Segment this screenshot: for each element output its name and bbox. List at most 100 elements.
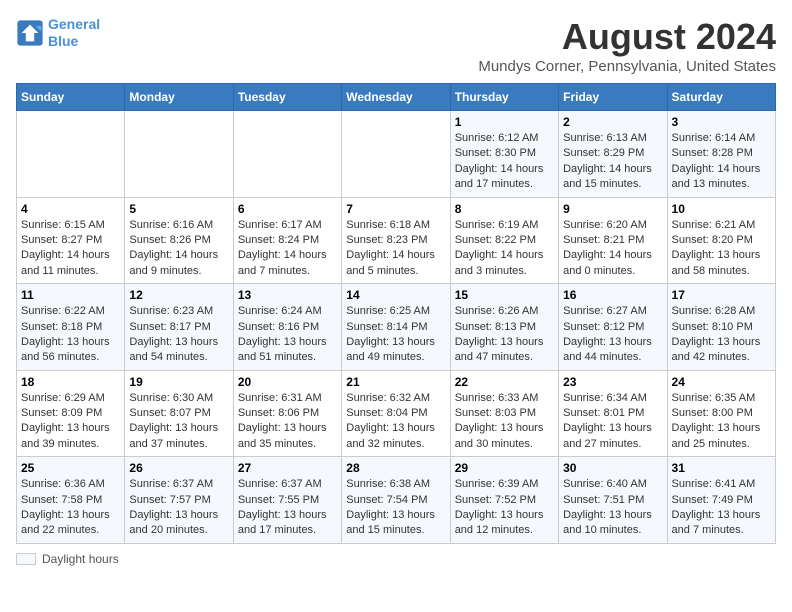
day-number: 19: [129, 375, 228, 389]
day-number: 22: [455, 375, 554, 389]
day-info: Sunrise: 6:26 AM Sunset: 8:13 PM Dayligh…: [455, 304, 554, 366]
day-info: Sunrise: 6:24 AM Sunset: 8:16 PM Dayligh…: [238, 304, 337, 366]
calendar-cell: 5 Sunrise: 6:16 AM Sunset: 8:26 PM Daylig…: [125, 197, 233, 284]
logo: General Blue: [16, 16, 100, 50]
calendar-week-row: 4Sunrise: 6:15 AM Sunset: 8:27 PM Daylig…: [17, 197, 776, 284]
calendar-cell: 10Sunrise: 6:21 AM Sunset: 8:20 PM Dayli…: [667, 197, 775, 284]
day-number: 4: [21, 202, 120, 216]
day-number: 2: [563, 115, 662, 129]
calendar-cell: 26 Sunrise: 6:37 AM Sunset: 7:57 PM Dayli…: [125, 457, 233, 544]
calendar-cell: 11 Sunrise: 6:22 AM Sunset: 8:18 PM Dayli…: [17, 284, 125, 371]
header: General Blue August 2024 Mundys Corner, …: [16, 16, 776, 75]
day-number: 14: [346, 288, 445, 302]
calendar-cell: 30Sunrise: 6:40 AM Sunset: 7:51 PM Dayli…: [559, 457, 667, 544]
calendar-cell: 8 Sunrise: 6:19 AM Sunset: 8:22 PM Daylig…: [450, 197, 558, 284]
day-info: Sunrise: 6:36 AM Sunset: 7:58 PM Dayligh…: [21, 477, 120, 539]
day-number: 11: [21, 288, 120, 302]
day-info: Sunrise: 6:16 AM Sunset: 8:26 PM Dayligh…: [129, 218, 228, 280]
day-number: 31: [672, 461, 771, 475]
calendar-cell: [342, 111, 450, 198]
calendar-day-header: Thursday: [450, 84, 558, 111]
calendar-cell: 25 Sunrise: 6:36 AM Sunset: 7:58 PM Dayli…: [17, 457, 125, 544]
calendar-cell: 1 Sunrise: 6:12 AM Sunset: 8:30 PM Daylig…: [450, 111, 558, 198]
subtitle: Mundys Corner, Pennsylvania, United Stat…: [478, 58, 776, 75]
calendar-cell: 6Sunrise: 6:17 AM Sunset: 8:24 PM Daylig…: [233, 197, 341, 284]
logo-text: General Blue: [48, 16, 100, 50]
day-info: Sunrise: 6:27 AM Sunset: 8:12 PM Dayligh…: [563, 304, 662, 366]
main-title: August 2024: [478, 16, 776, 58]
day-info: Sunrise: 6:31 AM Sunset: 8:06 PM Dayligh…: [238, 391, 337, 453]
day-number: 7: [346, 202, 445, 216]
day-info: Sunrise: 6:19 AM Sunset: 8:22 PM Dayligh…: [455, 218, 554, 280]
legend: Daylight hours: [16, 552, 776, 566]
day-number: 29: [455, 461, 554, 475]
calendar-cell: 2Sunrise: 6:13 AM Sunset: 8:29 PM Daylig…: [559, 111, 667, 198]
day-info: Sunrise: 6:41 AM Sunset: 7:49 PM Dayligh…: [672, 477, 771, 539]
calendar-week-row: 18 Sunrise: 6:29 AM Sunset: 8:09 PM Dayli…: [17, 370, 776, 457]
day-info: Sunrise: 6:29 AM Sunset: 8:09 PM Dayligh…: [21, 391, 120, 453]
day-number: 30: [563, 461, 662, 475]
day-info: Sunrise: 6:21 AM Sunset: 8:20 PM Dayligh…: [672, 218, 771, 280]
calendar-cell: 4Sunrise: 6:15 AM Sunset: 8:27 PM Daylig…: [17, 197, 125, 284]
day-number: 23: [563, 375, 662, 389]
calendar-cell: 23 Sunrise: 6:34 AM Sunset: 8:01 PM Dayli…: [559, 370, 667, 457]
day-number: 8: [455, 202, 554, 216]
calendar-cell: 3 Sunrise: 6:14 AM Sunset: 8:28 PM Daylig…: [667, 111, 775, 198]
day-number: 6: [238, 202, 337, 216]
day-number: 20: [238, 375, 337, 389]
day-number: 3: [672, 115, 771, 129]
calendar-day-header: Saturday: [667, 84, 775, 111]
day-info: Sunrise: 6:14 AM Sunset: 8:28 PM Dayligh…: [672, 131, 771, 193]
day-info: Sunrise: 6:23 AM Sunset: 8:17 PM Dayligh…: [129, 304, 228, 366]
day-info: Sunrise: 6:25 AM Sunset: 8:14 PM Dayligh…: [346, 304, 445, 366]
calendar-cell: 31 Sunrise: 6:41 AM Sunset: 7:49 PM Dayli…: [667, 457, 775, 544]
day-number: 18: [21, 375, 120, 389]
calendar-cell: 16 Sunrise: 6:27 AM Sunset: 8:12 PM Dayli…: [559, 284, 667, 371]
day-number: 27: [238, 461, 337, 475]
day-number: 13: [238, 288, 337, 302]
day-info: Sunrise: 6:37 AM Sunset: 7:55 PM Dayligh…: [238, 477, 337, 539]
day-info: Sunrise: 6:35 AM Sunset: 8:00 PM Dayligh…: [672, 391, 771, 453]
day-number: 12: [129, 288, 228, 302]
title-area: August 2024 Mundys Corner, Pennsylvania,…: [478, 16, 776, 75]
calendar-cell: 13 Sunrise: 6:24 AM Sunset: 8:16 PM Dayli…: [233, 284, 341, 371]
day-number: 5: [129, 202, 228, 216]
calendar-cell: 18 Sunrise: 6:29 AM Sunset: 8:09 PM Dayli…: [17, 370, 125, 457]
legend-label: Daylight hours: [42, 552, 119, 566]
calendar-cell: 21Sunrise: 6:32 AM Sunset: 8:04 PM Dayli…: [342, 370, 450, 457]
calendar-week-row: 1 Sunrise: 6:12 AM Sunset: 8:30 PM Daylig…: [17, 111, 776, 198]
calendar-cell: 27 Sunrise: 6:37 AM Sunset: 7:55 PM Dayli…: [233, 457, 341, 544]
calendar-cell: 28Sunrise: 6:38 AM Sunset: 7:54 PM Dayli…: [342, 457, 450, 544]
day-number: 9: [563, 202, 662, 216]
calendar-cell: 17Sunrise: 6:28 AM Sunset: 8:10 PM Dayli…: [667, 284, 775, 371]
calendar-day-header: Wednesday: [342, 84, 450, 111]
day-info: Sunrise: 6:12 AM Sunset: 8:30 PM Dayligh…: [455, 131, 554, 193]
day-info: Sunrise: 6:37 AM Sunset: 7:57 PM Dayligh…: [129, 477, 228, 539]
calendar-cell: 15 Sunrise: 6:26 AM Sunset: 8:13 PM Dayli…: [450, 284, 558, 371]
calendar-cell: 12 Sunrise: 6:23 AM Sunset: 8:17 PM Dayli…: [125, 284, 233, 371]
calendar-cell: 9 Sunrise: 6:20 AM Sunset: 8:21 PM Daylig…: [559, 197, 667, 284]
day-number: 25: [21, 461, 120, 475]
day-info: Sunrise: 6:38 AM Sunset: 7:54 PM Dayligh…: [346, 477, 445, 539]
day-info: Sunrise: 6:18 AM Sunset: 8:23 PM Dayligh…: [346, 218, 445, 280]
day-number: 24: [672, 375, 771, 389]
calendar-week-row: 11 Sunrise: 6:22 AM Sunset: 8:18 PM Dayli…: [17, 284, 776, 371]
day-info: Sunrise: 6:22 AM Sunset: 8:18 PM Dayligh…: [21, 304, 120, 366]
day-number: 16: [563, 288, 662, 302]
day-info: Sunrise: 6:34 AM Sunset: 8:01 PM Dayligh…: [563, 391, 662, 453]
calendar-cell: 24 Sunrise: 6:35 AM Sunset: 8:00 PM Dayli…: [667, 370, 775, 457]
calendar-cell: 7 Sunrise: 6:18 AM Sunset: 8:23 PM Daylig…: [342, 197, 450, 284]
calendar-cell: 19Sunrise: 6:30 AM Sunset: 8:07 PM Dayli…: [125, 370, 233, 457]
day-info: Sunrise: 6:39 AM Sunset: 7:52 PM Dayligh…: [455, 477, 554, 539]
calendar: SundayMondayTuesdayWednesdayThursdayFrid…: [16, 83, 776, 544]
calendar-cell: [125, 111, 233, 198]
day-info: Sunrise: 6:33 AM Sunset: 8:03 PM Dayligh…: [455, 391, 554, 453]
day-info: Sunrise: 6:20 AM Sunset: 8:21 PM Dayligh…: [563, 218, 662, 280]
logo-icon: [16, 19, 44, 47]
calendar-cell: 14 Sunrise: 6:25 AM Sunset: 8:14 PM Dayli…: [342, 284, 450, 371]
day-number: 15: [455, 288, 554, 302]
calendar-week-row: 25 Sunrise: 6:36 AM Sunset: 7:58 PM Dayli…: [17, 457, 776, 544]
calendar-day-header: Tuesday: [233, 84, 341, 111]
day-number: 26: [129, 461, 228, 475]
day-number: 1: [455, 115, 554, 129]
